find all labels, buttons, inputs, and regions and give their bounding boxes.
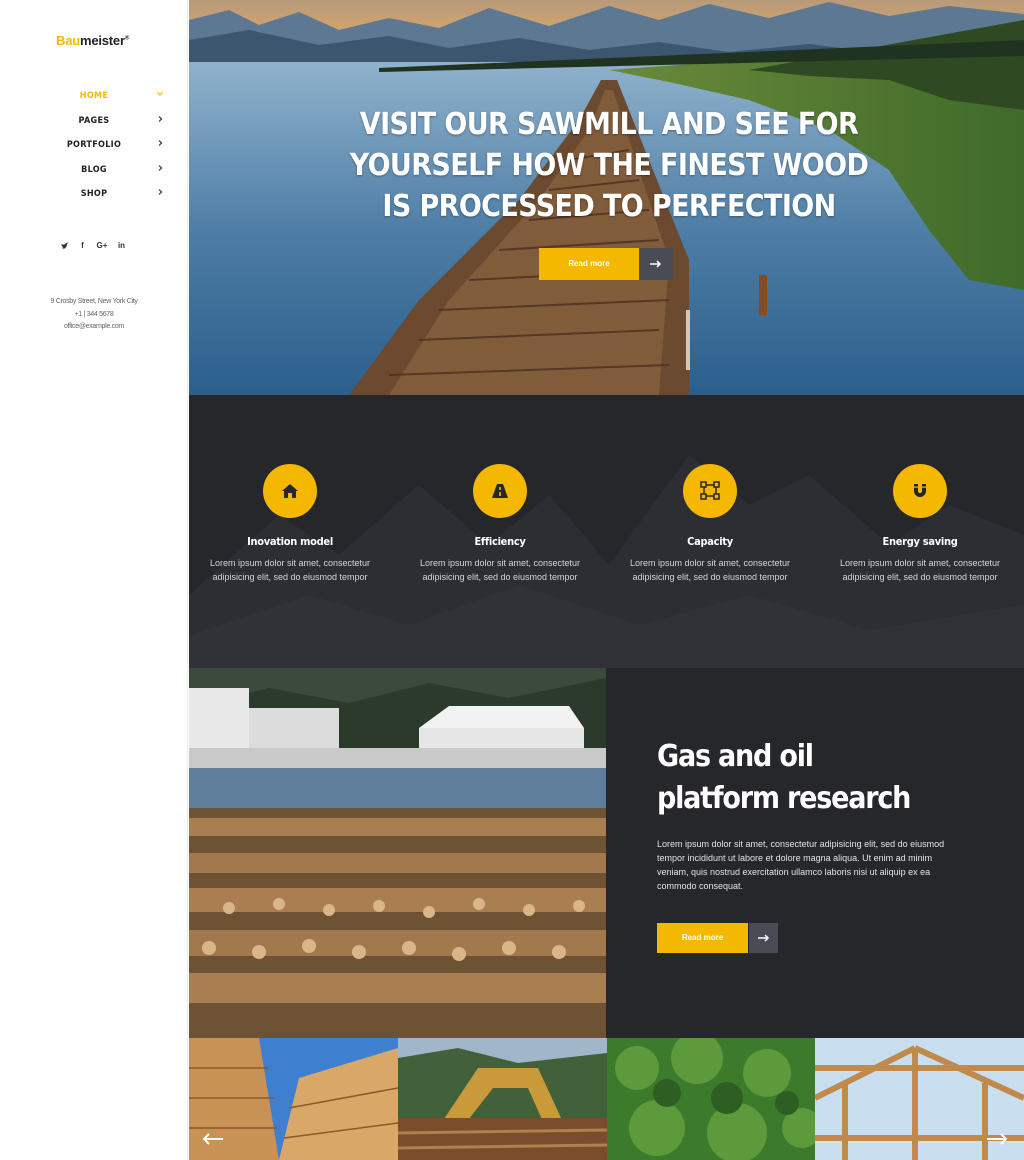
arrow-right-icon xyxy=(650,260,662,268)
sidebar: Baumeister® HOME PAGES PORTFOLIO BLOG SH… xyxy=(0,0,188,1160)
nodes-icon xyxy=(700,481,720,500)
nav-item-home[interactable]: HOME xyxy=(0,86,188,111)
feature-icon-circle xyxy=(683,464,737,518)
research-title-line1: Gas and oil xyxy=(657,739,814,774)
gallery-strip xyxy=(189,1038,1024,1160)
hero-arrow-button[interactable] xyxy=(639,248,673,280)
nav-item-shop[interactable]: SHOP xyxy=(0,184,188,209)
chevron-down-icon xyxy=(157,92,163,96)
main-nav: HOME PAGES PORTFOLIO BLOG SHOP xyxy=(0,86,188,209)
hero-title: VISIT OUR SAWMILL AND SEE FOR YOURSELF H… xyxy=(349,107,869,224)
feature-text: Lorem ipsum dolor sit amet, consectetur … xyxy=(209,558,371,583)
twitter-icon[interactable] xyxy=(60,240,69,252)
brand-mark: ® xyxy=(124,35,130,42)
feature-text: Lorem ipsum dolor sit amet, consectetur … xyxy=(419,558,581,583)
chevron-right-icon xyxy=(158,164,163,171)
nav-item-label: PAGES xyxy=(78,115,110,126)
hero-read-more-button[interactable]: Read more xyxy=(539,248,639,280)
feature-title: Efficiency xyxy=(474,535,526,548)
feature-icon-circle xyxy=(473,464,527,518)
research-title: Gas and oil platform research xyxy=(657,736,957,820)
nav-item-pages[interactable]: PAGES xyxy=(0,111,188,136)
feature-icon-circle xyxy=(893,464,947,518)
feature-text: Lorem ipsum dolor sit amet, consectetur … xyxy=(629,558,791,583)
feature-icon-circle xyxy=(263,464,317,518)
feature-energy-saving: Energy saving Lorem ipsum dolor sit amet… xyxy=(825,464,1015,585)
gallery-prev-arrow-icon[interactable] xyxy=(201,1131,225,1147)
contact-email[interactable]: office@example.com xyxy=(0,321,188,334)
feature-title: Energy saving xyxy=(882,535,958,548)
feature-title: Inovation model xyxy=(247,535,333,548)
nav-item-label: SHOP xyxy=(80,189,108,200)
research-title-line2: platform research xyxy=(657,781,911,816)
research-cta: Read more xyxy=(657,923,778,953)
research-section: Gas and oil platform research Lorem ipsu… xyxy=(606,668,1024,1038)
hero-banner: VISIT OUR SAWMILL AND SEE FOR YOURSELF H… xyxy=(189,0,1024,395)
features-section: Inovation model Lorem ipsum dolor sit am… xyxy=(189,395,1024,668)
nav-item-portfolio[interactable]: PORTFOLIO xyxy=(0,135,188,160)
feature-capacity: Capacity Lorem ipsum dolor sit amet, con… xyxy=(615,464,805,585)
feature-text: Lorem ipsum dolor sit amet, consectetur … xyxy=(839,558,1001,583)
gallery-next-arrow-icon[interactable] xyxy=(985,1131,1009,1147)
nav-item-label: BLOG xyxy=(81,164,107,175)
brand-prefix: Bau xyxy=(56,33,80,48)
contact-phone[interactable]: +1 | 344 5678 xyxy=(0,309,188,322)
feature-efficiency: Efficiency Lorem ipsum dolor sit amet, c… xyxy=(405,464,595,585)
nav-item-label: PORTFOLIO xyxy=(66,140,122,151)
facebook-icon[interactable]: f xyxy=(78,240,87,252)
magnet-icon xyxy=(914,484,926,497)
gallery-image-forest[interactable] xyxy=(606,1038,816,1160)
gallery-image-machine[interactable] xyxy=(397,1038,607,1160)
hero-cta: Read more xyxy=(539,248,673,280)
research-read-more-button[interactable]: Read more xyxy=(657,923,748,953)
feature-title: Capacity xyxy=(687,535,733,548)
brand-logo[interactable]: Baumeister® xyxy=(56,33,129,48)
home-icon xyxy=(282,484,298,498)
brand-suffix: meister xyxy=(79,33,125,48)
chevron-right-icon xyxy=(158,140,163,147)
google-plus-icon[interactable]: G+ xyxy=(96,240,108,252)
chevron-right-icon xyxy=(158,115,163,122)
contact-info: 9 Crosby Street, New York City +1 | 344 … xyxy=(0,296,188,334)
sawmill-yard-image xyxy=(189,668,606,1038)
road-icon xyxy=(492,484,508,498)
nav-item-label: HOME xyxy=(79,91,109,101)
research-text: Lorem ipsum dolor sit amet, consectetur … xyxy=(657,839,945,891)
nav-item-blog[interactable]: BLOG xyxy=(0,160,188,185)
arrow-right-icon xyxy=(757,934,769,942)
social-links: f G+ in xyxy=(60,240,126,252)
research-arrow-button[interactable] xyxy=(749,923,778,953)
contact-address: 9 Crosby Street, New York City xyxy=(50,298,138,305)
chevron-right-icon xyxy=(158,189,163,196)
linkedin-icon[interactable]: in xyxy=(117,240,126,252)
feature-innovation: Inovation model Lorem ipsum dolor sit am… xyxy=(195,464,385,585)
